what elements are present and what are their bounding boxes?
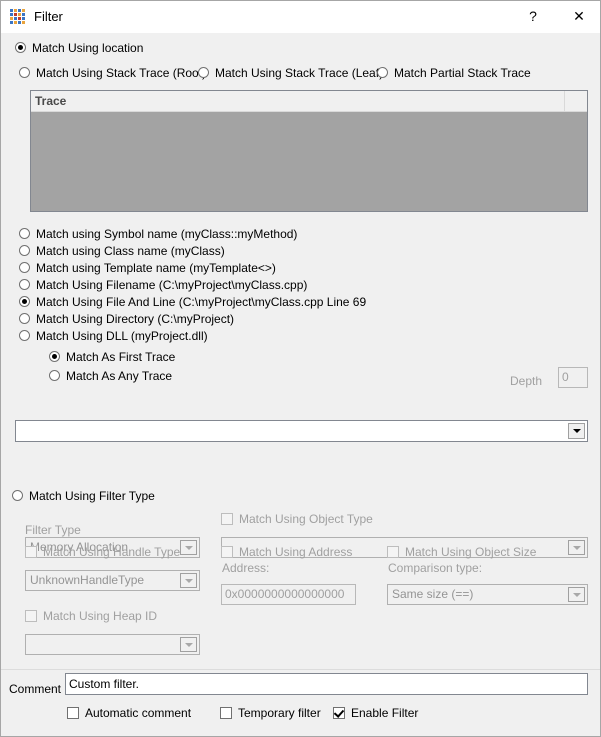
radio-mark: [49, 370, 60, 381]
checkbox-mark: [333, 707, 345, 719]
trace-list-body[interactable]: [31, 112, 587, 211]
help-button[interactable]: ?: [510, 1, 556, 32]
dialog-body: Match Using location Match Using Stack T…: [1, 33, 600, 736]
radio-label: Match As First Trace: [66, 350, 176, 364]
checkbox-mark: [221, 546, 233, 558]
chevron-down-icon[interactable]: [180, 573, 197, 588]
radio-mark: [15, 42, 26, 53]
location-combo[interactable]: [15, 420, 588, 442]
address-input[interactable]: 0x0000000000000000: [221, 584, 356, 605]
radio-mark: [12, 490, 23, 501]
radio-label: Match Using File And Line (C:\myProject\…: [36, 295, 367, 309]
checkbox-label: Match Using Handle Type: [43, 545, 181, 559]
radio-label: Match Partial Stack Trace: [394, 66, 531, 80]
radio-mark: [49, 351, 60, 362]
title-bar: Filter ? ✕: [1, 1, 600, 34]
comparison-type-label: Comparison type:: [388, 561, 483, 575]
comparison-type-combo[interactable]: Same size (==): [387, 584, 588, 605]
footer-divider: [1, 669, 600, 670]
checkbox-label: Temporary filter: [238, 706, 321, 720]
chevron-down-icon[interactable]: [568, 587, 585, 602]
checkbox-mark: [387, 546, 399, 558]
checkbox-label: Match Using Heap ID: [43, 609, 158, 623]
radio-mark: [19, 245, 30, 256]
address-label: Address:: [222, 561, 270, 575]
radio-mark: [19, 279, 30, 290]
trace-list[interactable]: Trace: [30, 90, 588, 212]
radio-label: Match Using Stack Trace (Root): [36, 66, 207, 80]
checkbox-mark: [25, 546, 37, 558]
checkbox-mark: [220, 707, 232, 719]
radio-mark: [377, 67, 388, 78]
handle-type-combo[interactable]: UnknownHandleType: [25, 570, 200, 591]
radio-label: Match Using Directory (C:\myProject): [36, 312, 235, 326]
chevron-down-icon[interactable]: [180, 540, 197, 555]
filter-type-label: Filter Type: [25, 523, 81, 537]
chevron-down-icon[interactable]: [568, 540, 585, 555]
checkbox-mark: [221, 513, 233, 525]
comparison-type-value: Same size (==): [392, 587, 474, 601]
radio-label: Match using Template name (myTemplate<>): [36, 261, 276, 275]
chevron-down-icon[interactable]: [180, 637, 197, 652]
radio-label: Match Using Stack Trace (Leaf): [215, 66, 384, 80]
checkbox-label: Match Using Address: [239, 545, 353, 559]
chevron-down-icon[interactable]: [568, 423, 585, 439]
radio-mark: [19, 228, 30, 239]
radio-mark: [19, 296, 30, 307]
radio-label: Match using Symbol name (myClass::myMeth…: [36, 227, 298, 241]
radio-mark: [19, 330, 30, 341]
radio-label: Match As Any Trace: [66, 369, 173, 383]
radio-label: Match Using DLL (myProject.dll): [36, 329, 208, 343]
trace-column-header[interactable]: Trace: [31, 91, 565, 111]
radio-mark: [19, 67, 30, 78]
checkbox-label: Match Using Object Type: [239, 512, 373, 526]
radio-mark: [198, 67, 209, 78]
handle-type-value: UnknownHandleType: [30, 573, 145, 587]
grid-dots-icon: [10, 9, 26, 25]
checkbox-label: Match Using Object Size: [405, 545, 537, 559]
close-button[interactable]: ✕: [556, 1, 600, 32]
checkbox-mark: [25, 610, 37, 622]
radio-mark: [19, 313, 30, 324]
heap-id-combo[interactable]: [25, 634, 200, 655]
window-title: Filter: [34, 9, 63, 24]
filter-dialog: Filter ? ✕ Match Using location Match Us…: [0, 0, 601, 737]
checkbox-mark: [67, 707, 79, 719]
comment-input[interactable]: Custom filter.: [65, 673, 588, 695]
depth-label: Depth: [510, 374, 543, 388]
checkbox-label: Automatic comment: [85, 706, 192, 720]
depth-input[interactable]: 0: [558, 367, 588, 388]
checkbox-label: Enable Filter: [351, 706, 419, 720]
radio-mark: [19, 262, 30, 273]
radio-label: Match Using Filename (C:\myProject\myCla…: [36, 278, 308, 292]
radio-label: Match using Class name (myClass): [36, 244, 225, 258]
radio-label: Match Using location: [32, 41, 144, 55]
radio-label: Match Using Filter Type: [29, 489, 155, 503]
comment-label: Comment: [9, 682, 62, 696]
trace-list-header: Trace: [31, 91, 587, 112]
